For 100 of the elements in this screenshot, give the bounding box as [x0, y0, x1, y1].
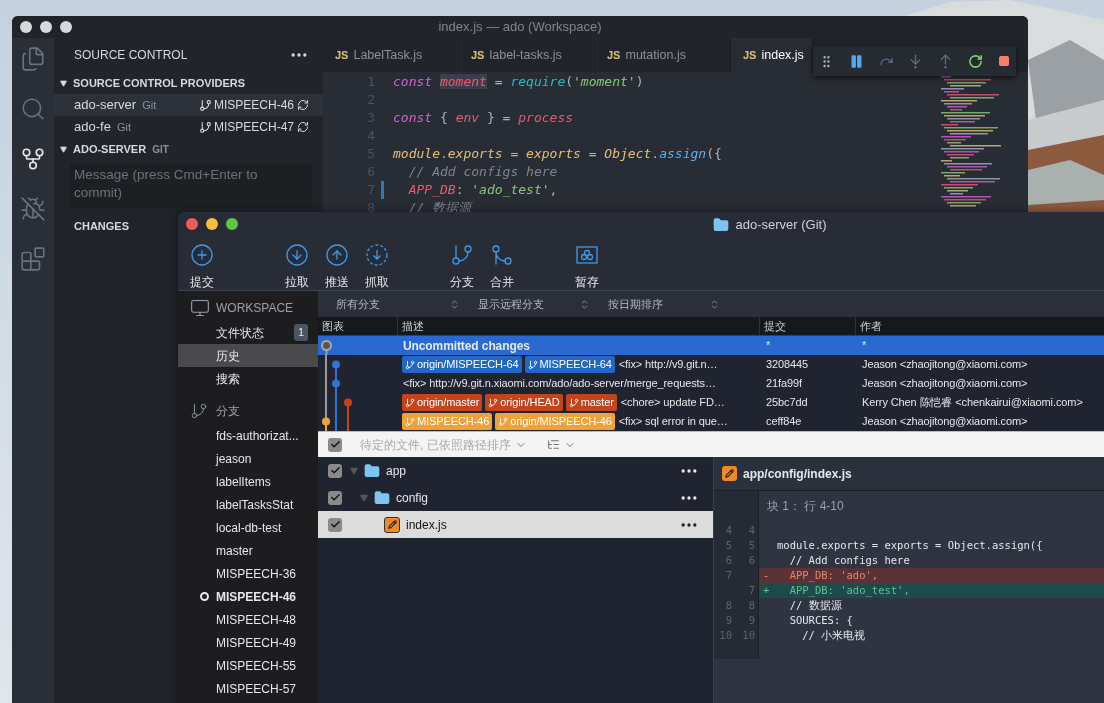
- line-number: 6: [724, 552, 733, 568]
- fetch-icon: [365, 243, 389, 267]
- section-header: WORKSPACE: [216, 300, 294, 317]
- branch-tag[interactable]: origin/MISPEECH-64: [402, 356, 522, 373]
- plus-icon: [190, 243, 214, 267]
- sidebar-item[interactable]: 搜索: [178, 367, 318, 390]
- minimize-button[interactable]: [40, 21, 52, 33]
- pause-icon[interactable]: [848, 53, 864, 69]
- branch-icon: [498, 416, 509, 427]
- up-down-chevron-icon: [449, 298, 460, 310]
- branch-tag[interactable]: origin/HEAD: [485, 394, 563, 411]
- extensions-icon[interactable]: [20, 246, 46, 272]
- commit-row[interactable]: origin/MISPEECH-64 MISPEECH-64 <fix> http://v9.git.n… 3208445 Jeason <zhaojitong@xiaomi.com>: [318, 355, 1104, 374]
- restart-icon[interactable]: [968, 53, 984, 69]
- branch-item[interactable]: fds-authorizat...: [216, 426, 299, 445]
- caret-icon[interactable]: [60, 79, 67, 87]
- zoom-button[interactable]: [60, 21, 72, 33]
- branch-item[interactable]: MISPEECH-55: [216, 656, 297, 675]
- commit-hash: 21fa99f: [765, 376, 803, 392]
- commit-description: <fix> sql error in que…: [618, 414, 728, 430]
- branch-icon: [198, 120, 212, 134]
- branch-item[interactable]: master: [216, 541, 253, 560]
- branch-name[interactable]: MISPEECH-47: [213, 118, 294, 136]
- toolbar-button[interactable]: 合并: [482, 243, 522, 291]
- provider-row[interactable]: ado-server Git MISPEECH-46: [54, 94, 323, 116]
- commit-row[interactable]: Uncommitted changes * *: [318, 336, 1104, 355]
- commit-row[interactable]: origin/master origin/HEAD master <chore> update FD… 25bc7dd Kerry Chen 陈恺睿 <chenkairui@xiaomi.com>: [318, 393, 1104, 412]
- toolbar-button[interactable]: 抓取: [357, 243, 397, 291]
- diff-code: // Add configs here: [788, 552, 910, 568]
- branch-tag[interactable]: master: [565, 394, 617, 411]
- branch-item[interactable]: MISPEECH-49: [216, 633, 297, 652]
- commit-message-field[interactable]: Message (press Cmd+Enter to commit): [70, 164, 312, 208]
- merge-icon: [490, 243, 514, 267]
- commit-author: Jeason <zhaojitong@xiaomi.com>: [861, 414, 1028, 430]
- column-header[interactable]: 描述: [398, 317, 760, 335]
- column-header[interactable]: 作者: [856, 317, 1104, 335]
- column-header[interactable]: 提交: [760, 317, 856, 335]
- line-number: 8: [724, 597, 733, 613]
- sync-icon[interactable]: [297, 121, 309, 133]
- branch-icon: [190, 402, 208, 420]
- filter-dropdown[interactable]: 按日期排序: [608, 295, 728, 313]
- sidebar-item[interactable]: 历史: [178, 344, 318, 367]
- editor-tab[interactable]: JS index.js: [731, 38, 813, 72]
- tree-view-icon[interactable]: [546, 438, 560, 451]
- close-button[interactable]: [20, 21, 32, 33]
- toolbar-button[interactable]: 分支: [442, 243, 482, 291]
- editor-tab[interactable]: JS LabelTask.js: [323, 38, 459, 72]
- filter-dropdown[interactable]: 显示远程分支: [478, 295, 598, 313]
- editor-tab[interactable]: JS label-tasks.js: [459, 38, 595, 72]
- branch-tag[interactable]: origin/master: [402, 394, 483, 411]
- filter-dropdown[interactable]: 所有分支: [336, 295, 468, 313]
- branch-item[interactable]: MISPEECH-48: [216, 610, 297, 629]
- line-number: 6: [747, 552, 756, 568]
- checkbox[interactable]: [328, 517, 342, 532]
- folder-icon: [364, 462, 380, 479]
- section-header[interactable]: CHANGES: [74, 218, 129, 235]
- javascript-icon: JS: [335, 46, 349, 64]
- branch-tag[interactable]: MISPEECH-64: [524, 356, 615, 373]
- diff-file-path: app/config/index.js: [743, 465, 852, 483]
- file-row[interactable]: config: [318, 484, 713, 511]
- branch-item[interactable]: labelItems: [216, 472, 271, 491]
- branch-item[interactable]: local-db-test: [216, 518, 282, 537]
- stop-icon[interactable]: [997, 55, 1010, 67]
- caret-icon[interactable]: [60, 145, 67, 153]
- commit-row[interactable]: <fix> http://v9.git.n.xiaomi.com/ado/ado-server/merge_requests… 21fa99f Jeason <zhaojitong@xiaomi.com>: [318, 374, 1104, 393]
- branch-name[interactable]: MISPEECH-46: [213, 96, 294, 114]
- section-header[interactable]: ADO-SERVER: [73, 140, 147, 158]
- checkbox[interactable]: [328, 437, 342, 452]
- toolbar-button[interactable]: 暂存: [567, 243, 607, 291]
- zoom-button[interactable]: [226, 218, 238, 230]
- sync-icon[interactable]: [297, 99, 309, 111]
- search-icon[interactable]: [20, 96, 46, 122]
- branch-item[interactable]: MISPEECH-46: [216, 587, 297, 606]
- toolbar-button[interactable]: 推送: [317, 243, 357, 291]
- branch-item[interactable]: MISPEECH-36: [216, 564, 297, 583]
- toolbar-button[interactable]: 拉取: [277, 243, 317, 291]
- code-line: const moment = require('moment'): [393, 73, 644, 92]
- section-header[interactable]: SOURCE CONTROL PROVIDERS: [73, 74, 246, 92]
- file-row[interactable]: app: [318, 457, 713, 484]
- column-header[interactable]: 图表: [318, 317, 398, 335]
- count-badge: 1: [293, 324, 308, 341]
- source-control-icon[interactable]: [20, 146, 46, 172]
- provider-row[interactable]: ado-fe Git MISPEECH-47: [54, 116, 323, 138]
- file-row[interactable]: index.js: [318, 511, 713, 538]
- branch-icon: [198, 98, 212, 112]
- toolbar-button[interactable]: 提交: [182, 243, 222, 291]
- checkbox[interactable]: [328, 463, 342, 478]
- branch-item[interactable]: labelTasksStat: [216, 495, 294, 514]
- branch-icon: [405, 359, 415, 370]
- commit-author: *: [861, 338, 867, 354]
- sidebar-item[interactable]: 文件状态 1: [178, 321, 318, 344]
- debug-icon[interactable]: [20, 196, 46, 222]
- stash-icon: [575, 243, 599, 267]
- checkbox[interactable]: [328, 490, 342, 505]
- commit-author: Jeason <zhaojitong@xiaomi.com>: [861, 357, 1028, 373]
- branch-item[interactable]: jeason: [216, 449, 252, 468]
- files-icon[interactable]: [20, 46, 46, 72]
- branch-item[interactable]: MISPEECH-57: [216, 679, 297, 698]
- minimize-button[interactable]: [206, 218, 218, 230]
- up-down-chevron-icon: [579, 298, 590, 310]
